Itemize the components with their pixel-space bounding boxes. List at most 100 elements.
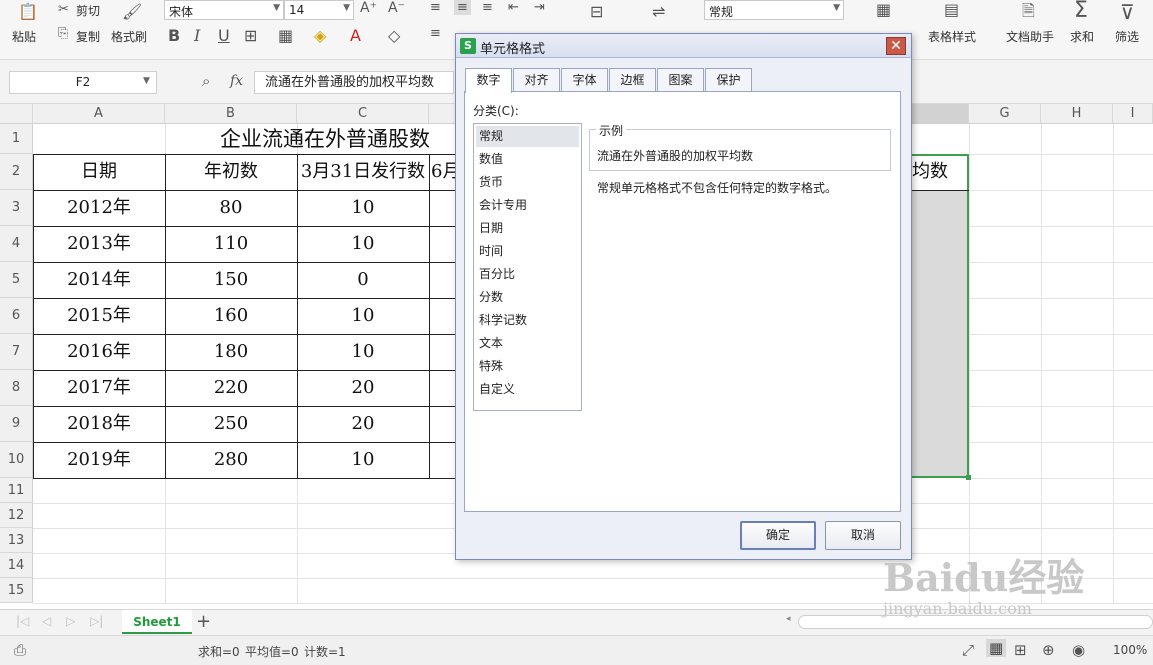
row-header[interactable]: 11	[0, 478, 33, 503]
row-header[interactable]: 10	[0, 442, 33, 478]
table-cell[interactable]: 250	[165, 406, 297, 442]
eye-protection-icon[interactable]: ◉	[1072, 641, 1085, 659]
header-cell-issued[interactable]: 3月31日发行数	[297, 154, 429, 190]
category-item-scientific[interactable]: 科学记数	[476, 310, 579, 331]
category-item-number[interactable]: 数值	[476, 149, 579, 170]
ok-button[interactable]: 确定	[740, 521, 816, 550]
next-sheet-icon[interactable]: ▷	[66, 614, 75, 628]
row-header[interactable]: 14	[0, 553, 33, 578]
category-item-text[interactable]: 文本	[476, 333, 579, 354]
sum-icon[interactable]: Σ	[1074, 0, 1088, 23]
convert-icon[interactable]: ⇌	[652, 2, 665, 21]
filter-button[interactable]: 筛选	[1115, 28, 1139, 45]
align-bottom-icon[interactable]: ≡	[482, 0, 493, 15]
format-painter-icon[interactable]: 🖌	[122, 2, 142, 21]
table-cell[interactable]: 10	[297, 226, 429, 262]
name-box[interactable]: F2	[9, 71, 157, 94]
scroll-left-icon[interactable]: ◂	[786, 614, 791, 624]
table-cell[interactable]: 2016年	[33, 334, 165, 370]
bold-icon[interactable]: B	[168, 26, 180, 45]
header-cell-date[interactable]: 日期	[33, 154, 165, 190]
eraser-icon[interactable]: ◇	[388, 26, 400, 45]
row-header[interactable]: 4	[0, 226, 33, 262]
row-header[interactable]: 2	[0, 154, 33, 190]
page-layout-icon[interactable]: ⊕	[1042, 641, 1055, 659]
table-cell[interactable]: 220	[165, 370, 297, 406]
column-header-g[interactable]: G	[969, 104, 1041, 124]
category-item-time[interactable]: 时间	[476, 241, 579, 262]
column-header-c[interactable]: C	[297, 104, 429, 124]
row-header[interactable]: 7	[0, 334, 33, 370]
formula-input[interactable]: 流通在外普通股的加权平均数	[254, 71, 454, 94]
merge-icon[interactable]: ▦	[278, 26, 293, 45]
number-format-select[interactable]: 常规 ▼	[704, 0, 844, 20]
category-item-special[interactable]: 特殊	[476, 356, 579, 377]
chevron-down-icon[interactable]: ▼	[143, 76, 150, 86]
prev-sheet-icon[interactable]: ◁	[42, 614, 51, 628]
underline-icon[interactable]: U	[218, 26, 230, 45]
row-header[interactable]: 15	[0, 578, 33, 603]
table-cell[interactable]: 2015年	[33, 298, 165, 334]
column-header-i[interactable]: I	[1113, 104, 1153, 124]
row-header[interactable]: 5	[0, 262, 33, 298]
add-sheet-icon[interactable]: +	[196, 611, 211, 632]
doc-assistant-icon[interactable]: 🗎	[1022, 0, 1035, 27]
category-item-fraction[interactable]: 分数	[476, 287, 579, 308]
table-cell[interactable]: 110	[165, 226, 297, 262]
row-header[interactable]: 3	[0, 190, 33, 226]
category-item-custom[interactable]: 自定义	[476, 379, 579, 400]
row-header[interactable]: 8	[0, 370, 33, 406]
cancel-button[interactable]: 取消	[825, 521, 901, 550]
tab-alignment[interactable]: 对齐	[513, 68, 560, 92]
table-cell[interactable]: 10	[297, 442, 429, 478]
table-cell[interactable]: 150	[165, 262, 297, 298]
select-all-corner[interactable]	[0, 104, 33, 124]
border-icon[interactable]: ⊞	[244, 26, 257, 45]
table-cell[interactable]: 180	[165, 334, 297, 370]
table-cell[interactable]: 20	[297, 406, 429, 442]
table-cell[interactable]: 2012年	[33, 190, 165, 226]
table-cell[interactable]: 10	[297, 298, 429, 334]
category-item-general[interactable]: 常规	[476, 126, 579, 147]
align-left-icon[interactable]: ≡	[430, 26, 441, 41]
copy-button[interactable]: 复制	[76, 28, 100, 45]
normal-view-icon[interactable]: ▦	[986, 639, 1007, 657]
category-list[interactable]: 常规 数值 货币 会计专用 日期 时间 百分比 分数 科学记数 文本 特殊 自定…	[473, 123, 582, 411]
table-cell[interactable]: 2014年	[33, 262, 165, 298]
fx-icon[interactable]: fx	[230, 73, 243, 89]
column-header-b[interactable]: B	[165, 104, 297, 124]
first-sheet-icon[interactable]: |◁	[16, 614, 29, 628]
align-top-icon[interactable]: ≡	[430, 0, 441, 15]
table-style-icon[interactable]: ▤	[944, 0, 959, 19]
table-cell[interactable]: 10	[297, 190, 429, 226]
page-break-view-icon[interactable]: ⊞	[1014, 641, 1027, 659]
table-cell[interactable]: 10	[297, 334, 429, 370]
row-header[interactable]: 9	[0, 406, 33, 442]
table-cell[interactable]: 2013年	[33, 226, 165, 262]
table-cell[interactable]: 160	[165, 298, 297, 334]
italic-icon[interactable]: I	[194, 26, 200, 45]
table-cell[interactable]: 2019年	[33, 442, 165, 478]
macro-icon[interactable]: ⎙	[14, 641, 26, 659]
tab-protection[interactable]: 保护	[705, 68, 752, 92]
row-header[interactable]: 12	[0, 503, 33, 528]
column-header-f[interactable]	[912, 104, 969, 124]
paste-icon[interactable]: 📋	[18, 2, 38, 21]
table-cell[interactable]: 80	[165, 190, 297, 226]
format-painter-button[interactable]: 格式刷	[111, 28, 147, 45]
close-icon[interactable]: ✕	[886, 37, 906, 55]
zoom-search-icon[interactable]: ⌕	[202, 72, 210, 90]
fullscreen-icon[interactable]: ⤢	[962, 641, 974, 659]
cut-button[interactable]: 剪切	[76, 2, 100, 19]
font-color-icon[interactable]: A	[350, 26, 361, 45]
paste-button[interactable]: 粘贴	[12, 28, 36, 45]
category-item-percentage[interactable]: 百分比	[476, 264, 579, 285]
align-middle-icon[interactable]: ≡	[454, 0, 471, 15]
column-header-h[interactable]: H	[1041, 104, 1113, 124]
indent-increase-icon[interactable]: ⇥	[534, 0, 545, 15]
sum-button[interactable]: 求和	[1070, 28, 1094, 45]
font-size-select[interactable]: 14 ▼	[284, 0, 354, 20]
tab-number[interactable]: 数字	[465, 68, 512, 93]
column-header-a[interactable]: A	[33, 104, 165, 124]
wrap-text-icon[interactable]: ⊟	[590, 2, 603, 21]
